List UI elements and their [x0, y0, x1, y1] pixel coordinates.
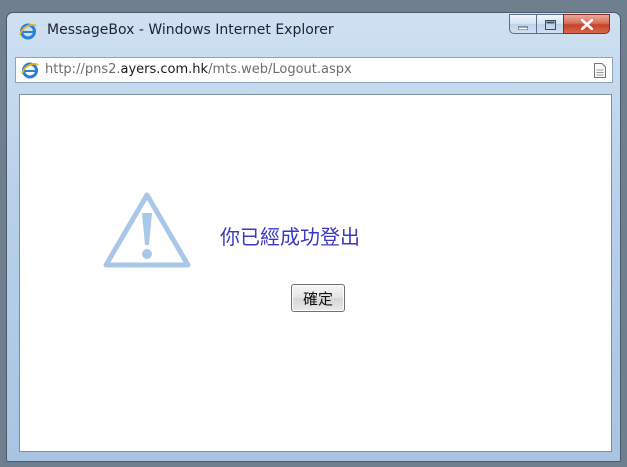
- url-prefix: http://pns2.: [45, 62, 121, 77]
- warning-icon: [102, 189, 192, 269]
- ok-button[interactable]: 確定: [291, 284, 345, 312]
- internet-explorer-icon: [19, 22, 37, 40]
- minimize-icon: [517, 15, 529, 34]
- page-icon[interactable]: [594, 63, 606, 78]
- minimize-button[interactable]: [509, 14, 536, 34]
- window-controls: [509, 14, 610, 36]
- address-url: http://pns2.ayers.com.hk/mts.web/Logout.…: [45, 62, 352, 77]
- maximize-button[interactable]: [536, 14, 563, 34]
- window-title: MessageBox - Windows Internet Explorer: [47, 22, 334, 38]
- title-bar[interactable]: MessageBox - Windows Internet Explorer: [7, 13, 620, 49]
- page-content: 你已經成功登出 確定: [19, 94, 612, 452]
- browser-window: MessageBox - Windows Internet Explorer h…: [6, 12, 621, 462]
- maximize-icon: [544, 15, 556, 34]
- address-bar[interactable]: http://pns2.ayers.com.hk/mts.web/Logout.…: [15, 57, 613, 83]
- url-domain: ayers.com.hk: [120, 62, 209, 77]
- close-button[interactable]: [563, 14, 610, 34]
- internet-explorer-icon: [21, 61, 39, 79]
- logout-message: 你已經成功登出: [220, 225, 360, 249]
- url-path: /mts.web/Logout.aspx: [208, 62, 352, 77]
- close-icon: [580, 15, 593, 34]
